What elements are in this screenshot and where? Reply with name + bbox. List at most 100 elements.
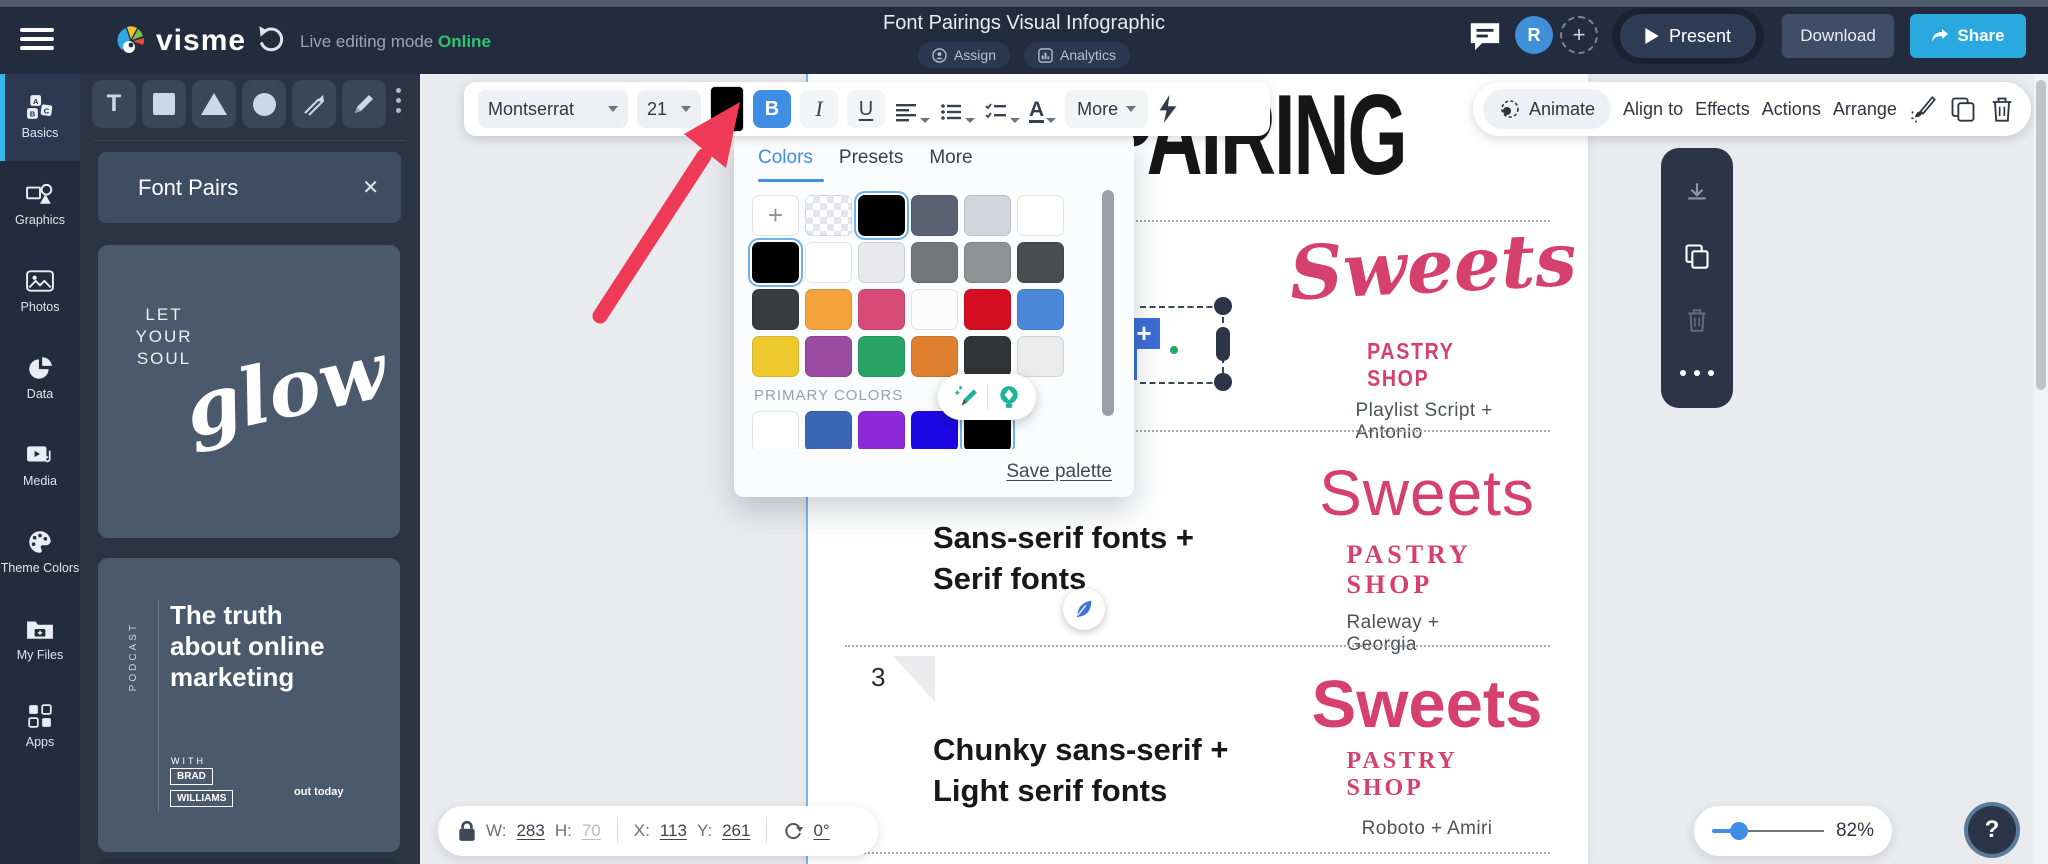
color-swatch[interactable] — [752, 411, 799, 449]
brand-text-sans[interactable]: Sweets — [1319, 456, 1535, 530]
sidebar-item-my-files[interactable]: My Files — [0, 596, 80, 683]
rotation-value[interactable]: 0° — [813, 821, 829, 841]
popup-scrollbar[interactable] — [1102, 190, 1114, 416]
rotate-icon[interactable] — [783, 821, 804, 841]
duplicate-icon[interactable] — [1949, 95, 1977, 123]
color-swatch[interactable] — [858, 411, 905, 449]
bullet-list-button[interactable] — [939, 90, 975, 128]
align-button[interactable] — [894, 90, 930, 128]
section-heading-3[interactable]: Chunky sans-serif + Light serif fonts — [933, 730, 1228, 812]
quick-actions-bolt-icon[interactable] — [1157, 95, 1179, 123]
brand-wordmark[interactable]: visme — [156, 24, 246, 58]
font-pair-caption-2[interactable]: Raleway + Georgia — [1347, 612, 1508, 656]
hamburger-menu-button[interactable] — [20, 28, 54, 55]
tab-colors[interactable]: Colors — [758, 147, 813, 169]
tab-presets[interactable]: Presets — [839, 147, 903, 169]
trash-icon[interactable] — [1685, 307, 1709, 333]
assign-button[interactable]: Assign — [917, 42, 1010, 68]
bold-button[interactable]: B — [753, 90, 791, 128]
brand-text-bold[interactable]: Sweets — [1312, 666, 1543, 743]
height-value[interactable]: 70 — [582, 821, 601, 841]
zoom-slider-thumb[interactable] — [1730, 822, 1748, 840]
color-swatch[interactable] — [805, 336, 852, 377]
sidebar-item-basics[interactable]: A B C Basics — [0, 74, 80, 161]
sidebar-item-photos[interactable]: Photos — [0, 248, 80, 335]
import-icon[interactable] — [1684, 181, 1710, 205]
selection-anchor-dot[interactable] — [1168, 344, 1180, 356]
magic-pencil-icon[interactable] — [953, 384, 979, 410]
style-brush-icon[interactable] — [1909, 95, 1937, 123]
more-formatting-button[interactable]: More — [1065, 90, 1149, 128]
arrange-button[interactable]: Arrange — [1833, 99, 1897, 120]
color-swatch[interactable] — [752, 336, 799, 377]
color-swatch[interactable] — [911, 289, 958, 330]
underline-button[interactable]: U — [847, 90, 885, 128]
undo-icon[interactable] — [256, 24, 286, 54]
document-title[interactable]: Font Pairings Visual Infographic — [883, 12, 1165, 35]
comments-icon[interactable] — [1468, 20, 1502, 52]
font-size-select[interactable]: 21 — [637, 90, 701, 128]
sidebar-item-data[interactable]: Data — [0, 335, 80, 422]
width-value[interactable]: 283 — [516, 821, 544, 841]
checklist-button[interactable] — [984, 90, 1020, 128]
color-swatch[interactable] — [858, 242, 905, 283]
more-options-button[interactable] — [1680, 369, 1714, 376]
template-card-partial[interactable] — [98, 858, 400, 864]
shop-text-3[interactable]: PASTRY SHOP — [1347, 748, 1508, 802]
section-heading-2[interactable]: Sans-serif fonts + Serif fonts — [933, 518, 1194, 600]
color-swatch[interactable] — [964, 242, 1011, 283]
selection-resize-handle[interactable] — [1216, 327, 1230, 361]
sidebar-item-graphics[interactable]: Graphics — [0, 161, 80, 248]
idea-bulb-icon[interactable] — [996, 384, 1022, 410]
italic-button[interactable]: I — [800, 90, 838, 128]
color-swatch[interactable] — [911, 336, 958, 377]
effects-button[interactable]: Effects — [1695, 99, 1750, 120]
duplicate-icon[interactable] — [1683, 242, 1711, 270]
shop-text-2[interactable]: PASTRY SHOP — [1347, 540, 1508, 600]
template-card-podcast[interactable]: PODCAST The truth about online marketing… — [98, 558, 400, 852]
section-number[interactable]: 3 — [871, 662, 885, 693]
y-value[interactable]: 261 — [722, 821, 750, 841]
color-swatch[interactable] — [964, 289, 1011, 330]
font-color-button[interactable]: A — [1029, 90, 1057, 128]
text-tool-button[interactable]: T — [92, 80, 136, 128]
avatar[interactable]: R — [1515, 16, 1553, 54]
color-swatch[interactable] — [964, 336, 1011, 377]
color-swatch[interactable] — [1017, 289, 1064, 330]
color-swatch[interactable] — [911, 242, 958, 283]
color-swatch[interactable] — [805, 411, 852, 449]
color-swatch[interactable] — [805, 289, 852, 330]
sidebar-item-apps[interactable]: Apps — [0, 683, 80, 770]
x-value[interactable]: 113 — [660, 821, 687, 841]
color-swatch[interactable] — [1017, 242, 1064, 283]
draw-tool-button[interactable] — [342, 80, 386, 128]
color-swatch[interactable] — [805, 242, 852, 283]
square-shape-tool[interactable] — [142, 80, 186, 128]
circle-shape-tool[interactable] — [242, 80, 286, 128]
close-icon[interactable]: ✕ — [362, 175, 379, 200]
add-collaborator-button[interactable]: + — [1560, 16, 1598, 54]
selection-handle[interactable] — [1214, 373, 1232, 391]
help-button[interactable]: ? — [1964, 802, 2020, 858]
lock-icon[interactable] — [458, 820, 476, 842]
line-arrow-tool[interactable] — [292, 80, 336, 128]
color-swatch[interactable] — [858, 195, 905, 236]
color-swatch[interactable] — [752, 289, 799, 330]
analytics-button[interactable]: Analytics — [1024, 42, 1131, 68]
selection-handle[interactable] — [1214, 297, 1232, 315]
download-button[interactable]: Download — [1782, 14, 1894, 58]
comment-marker[interactable] — [1063, 588, 1105, 630]
actions-button[interactable]: Actions — [1762, 99, 1821, 120]
zoom-slider[interactable] — [1712, 822, 1824, 840]
add-color-button[interactable]: + — [752, 195, 799, 236]
color-swatch[interactable] — [1017, 195, 1064, 236]
present-button[interactable]: Present — [1620, 14, 1756, 58]
shop-text-1[interactable]: PASTRY SHOP — [1367, 338, 1499, 392]
trash-icon[interactable] — [1989, 95, 2015, 123]
transparent-swatch[interactable] — [805, 195, 852, 236]
color-swatch[interactable] — [1017, 336, 1064, 377]
align-to-button[interactable]: Align to — [1623, 99, 1683, 120]
text-color-swatch[interactable] — [710, 86, 744, 132]
triangle-shape-tool[interactable] — [192, 80, 236, 128]
brand-text-script[interactable]: Sweets — [1287, 217, 1578, 318]
